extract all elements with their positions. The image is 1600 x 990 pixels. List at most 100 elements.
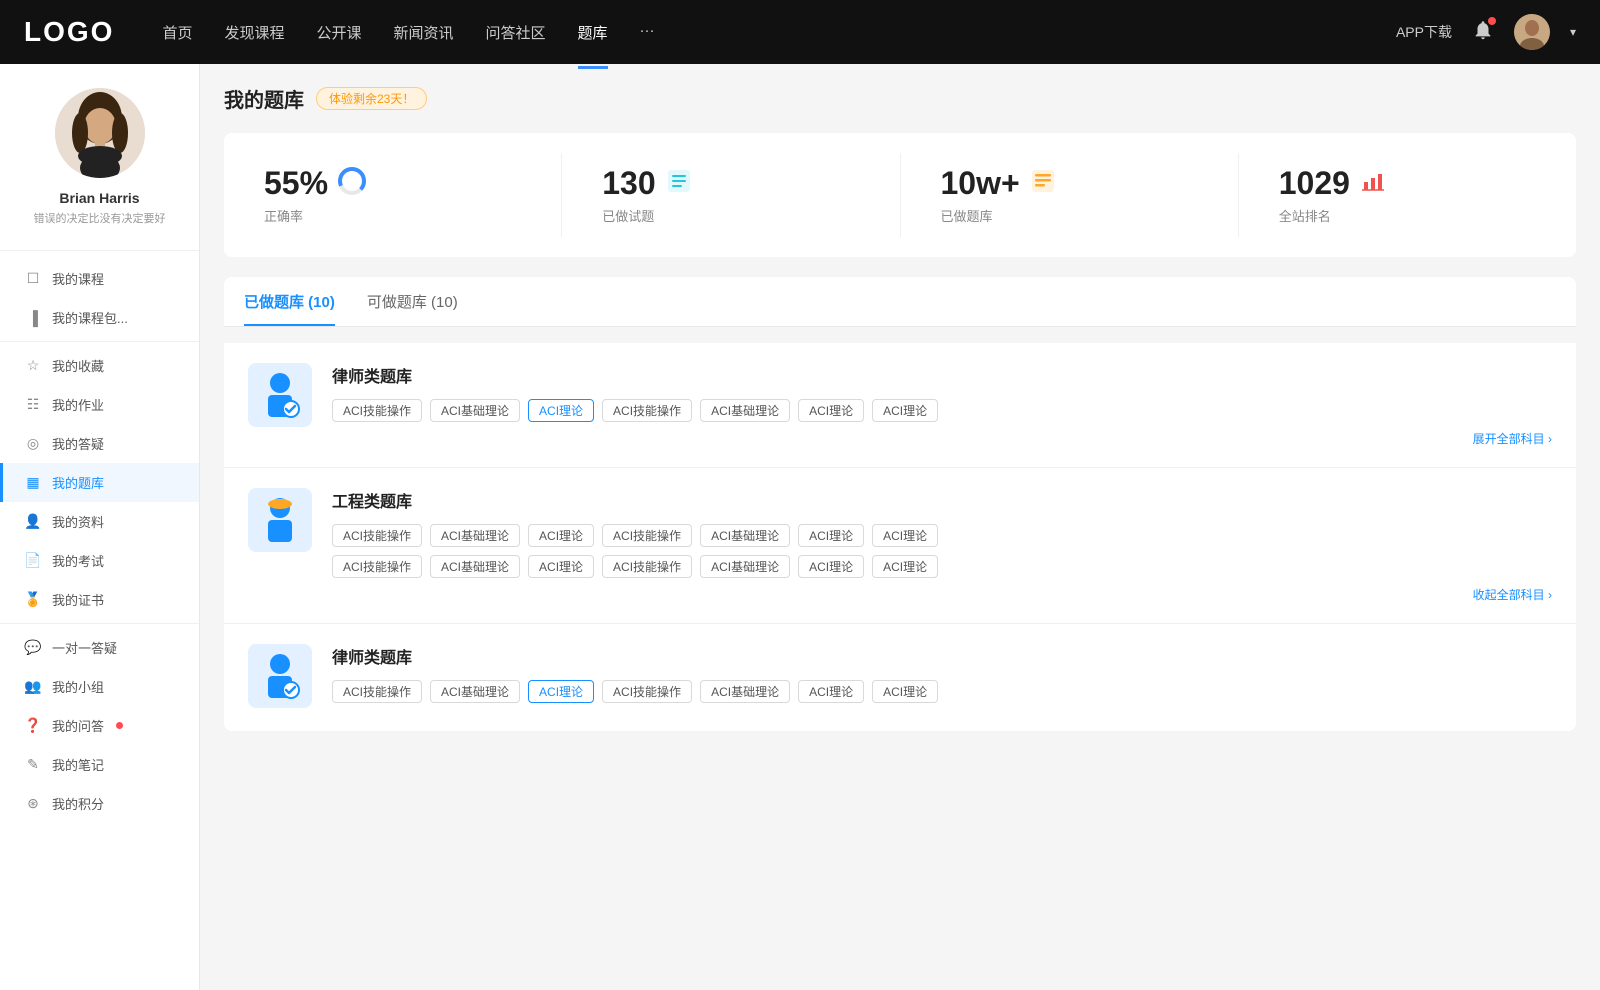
sidebar-item-course-package-label: 我的课程包... (52, 308, 128, 327)
qbank-tag[interactable]: ACI理论 (528, 524, 594, 547)
my-qa-icon: ❓ (24, 717, 42, 734)
navbar: LOGO 首页 发现课程 公开课 新闻资讯 问答社区 题库 ··· APP下载 (0, 0, 1600, 64)
qbank-tag[interactable]: ACI技能操作 (602, 555, 692, 578)
sidebar-user-name: Brian Harris (16, 190, 183, 206)
sidebar-item-qbank[interactable]: ▦ 我的题库 (0, 463, 199, 502)
qbank-tag-active[interactable]: ACI理论 (528, 680, 594, 703)
sidebar-item-1on1-label: 一对一答疑 (52, 638, 117, 657)
sidebar-item-my-course[interactable]: ☐ 我的课程 (0, 259, 199, 298)
sidebar-item-favorites-label: 我的收藏 (52, 356, 104, 375)
qbank-lawyer-2-title: 律师类题库 (332, 644, 1552, 668)
qbank-tag[interactable]: ACI理论 (872, 399, 938, 422)
qa-icon: ◎ (24, 435, 42, 452)
stat-done-banks: 10w+ 已做题库 (901, 153, 1239, 237)
nav-open-course[interactable]: 公开课 (316, 18, 361, 47)
main-content: 我的题库 体验剩余23天！ 55% 正确率 13 (200, 64, 1600, 990)
qbank-tag[interactable]: ACI技能操作 (332, 399, 422, 422)
sidebar-item-profile[interactable]: 👤 我的资料 (0, 502, 199, 541)
sidebar-item-points[interactable]: ⊛ 我的积分 (0, 784, 199, 823)
qbank-tag[interactable]: ACI基础理论 (700, 399, 790, 422)
qbank-engineer-content: 工程类题库 ACI技能操作 ACI基础理论 ACI理论 ACI技能操作 ACI基… (332, 488, 1552, 603)
qbank-expand-btn-1[interactable]: 展开全部科目 › (332, 430, 1552, 447)
sidebar-item-homework[interactable]: ☷ 我的作业 (0, 385, 199, 424)
qbank-tag[interactable]: ACI技能操作 (332, 680, 422, 703)
qbank-card-lawyer-1: 律师类题库 ACI技能操作 ACI基础理论 ACI理论 ACI技能操作 ACI基… (224, 343, 1576, 468)
qbank-tag[interactable]: ACI基础理论 (700, 524, 790, 547)
qbank-tag[interactable]: ACI技能操作 (602, 399, 692, 422)
qbank-tag[interactable]: ACI技能操作 (602, 680, 692, 703)
sidebar-item-my-qa[interactable]: ❓ 我的问答 (0, 706, 199, 745)
navbar-menu: 首页 发现课程 公开课 新闻资讯 问答社区 题库 ··· (162, 18, 1396, 47)
sidebar-item-exam[interactable]: 📄 我的考试 (0, 541, 199, 580)
qbank-tag[interactable]: ACI基础理论 (430, 399, 520, 422)
sidebar-item-group[interactable]: 👥 我的小组 (0, 667, 199, 706)
qbank-tag[interactable]: ACI理论 (528, 555, 594, 578)
sidebar-item-notes[interactable]: ✎ 我的笔记 (0, 745, 199, 784)
qbank-tag[interactable]: ACI理论 (872, 555, 938, 578)
stat-rank-label: 全站排名 (1279, 206, 1331, 225)
sidebar-item-favorites[interactable]: ☆ 我的收藏 (0, 346, 199, 385)
app-download-btn[interactable]: APP下载 (1396, 22, 1452, 42)
qbank-engineer-title: 工程类题库 (332, 488, 1552, 512)
tab-available-banks[interactable]: 可做题库 (10) (367, 277, 458, 326)
sidebar-item-my-course-label: 我的课程 (52, 269, 104, 288)
homework-icon: ☷ (24, 396, 42, 413)
bar-chart-icon (1360, 168, 1386, 200)
one-on-one-icon: 💬 (24, 639, 42, 656)
qbank-tag[interactable]: ACI技能操作 (332, 555, 422, 578)
user-dropdown-arrow[interactable]: ▾ (1570, 25, 1576, 39)
trial-badge: 体验剩余23天！ (316, 87, 427, 110)
stat-rank-value: 1029 (1279, 165, 1350, 202)
avatar-image (1514, 14, 1550, 50)
qbank-tag[interactable]: ACI理论 (872, 524, 938, 547)
bell-button[interactable] (1472, 19, 1494, 46)
page-header: 我的题库 体验剩余23天！ (224, 84, 1576, 113)
notes-icon: ✎ (24, 756, 42, 773)
sidebar-item-1on1[interactable]: 💬 一对一答疑 (0, 628, 199, 667)
qbank-tag[interactable]: ACI理论 (872, 680, 938, 703)
sidebar-item-qa[interactable]: ◎ 我的答疑 (0, 424, 199, 463)
nav-home[interactable]: 首页 (162, 18, 192, 47)
sidebar-item-cert[interactable]: 🏅 我的证书 (0, 580, 199, 619)
stats-row: 55% 正确率 130 (224, 133, 1576, 257)
page-title: 我的题库 (224, 84, 304, 113)
qbank-tag[interactable]: ACI理论 (798, 680, 864, 703)
group-icon: 👥 (24, 678, 42, 695)
sidebar-item-my-qa-label: 我的问答 (52, 716, 104, 735)
qbank-tag[interactable]: ACI基础理论 (430, 555, 520, 578)
nav-news[interactable]: 新闻资讯 (394, 18, 454, 47)
qbank-tag[interactable]: ACI基础理论 (430, 680, 520, 703)
qbank-lawyer-icon-2 (248, 644, 312, 708)
nav-discover[interactable]: 发现课程 (224, 18, 284, 47)
sidebar-item-notes-label: 我的笔记 (52, 755, 104, 774)
sidebar-item-exam-label: 我的考试 (52, 551, 104, 570)
sidebar-item-homework-label: 我的作业 (52, 395, 104, 414)
qbank-tag[interactable]: ACI基础理论 (700, 555, 790, 578)
qbank-tag[interactable]: ACI理论 (798, 555, 864, 578)
stat-done-banks-value: 10w+ (941, 165, 1020, 202)
qbank-tag-active[interactable]: ACI理论 (528, 399, 594, 422)
sidebar-item-points-label: 我的积分 (52, 794, 104, 813)
qbank-tag[interactable]: ACI技能操作 (602, 524, 692, 547)
qbank-tag[interactable]: ACI理论 (798, 524, 864, 547)
qbank-icon: ▦ (24, 474, 42, 491)
logo: LOGO (24, 16, 114, 48)
main-layout: Brian Harris 错误的决定比没有决定要好 ☐ 我的课程 ▐ 我的课程包… (0, 64, 1600, 990)
star-icon: ☆ (24, 357, 42, 374)
nav-qbank[interactable]: 题库 (578, 18, 608, 47)
sidebar-item-course-package[interactable]: ▐ 我的课程包... (0, 298, 199, 337)
sidebar-item-profile-label: 我的资料 (52, 512, 104, 531)
user-avatar[interactable] (1514, 14, 1550, 50)
qbank-collapse-btn[interactable]: 收起全部科目 › (332, 586, 1552, 603)
qbank-tag[interactable]: ACI基础理论 (430, 524, 520, 547)
qbank-engineer-tags-row2: ACI技能操作 ACI基础理论 ACI理论 ACI技能操作 ACI基础理论 AC… (332, 555, 1552, 578)
qbank-tag[interactable]: ACI技能操作 (332, 524, 422, 547)
qbank-lawyer-2-tags: ACI技能操作 ACI基础理论 ACI理论 ACI技能操作 ACI基础理论 AC… (332, 680, 1552, 703)
qbank-tag[interactable]: ACI理论 (798, 399, 864, 422)
tab-done-banks[interactable]: 已做题库 (10) (244, 277, 335, 326)
qbank-engineer-icon (248, 488, 312, 552)
sidebar-item-qbank-label: 我的题库 (52, 473, 104, 492)
qbank-tag[interactable]: ACI基础理论 (700, 680, 790, 703)
nav-more[interactable]: ··· (640, 18, 655, 47)
nav-qa[interactable]: 问答社区 (486, 18, 546, 47)
